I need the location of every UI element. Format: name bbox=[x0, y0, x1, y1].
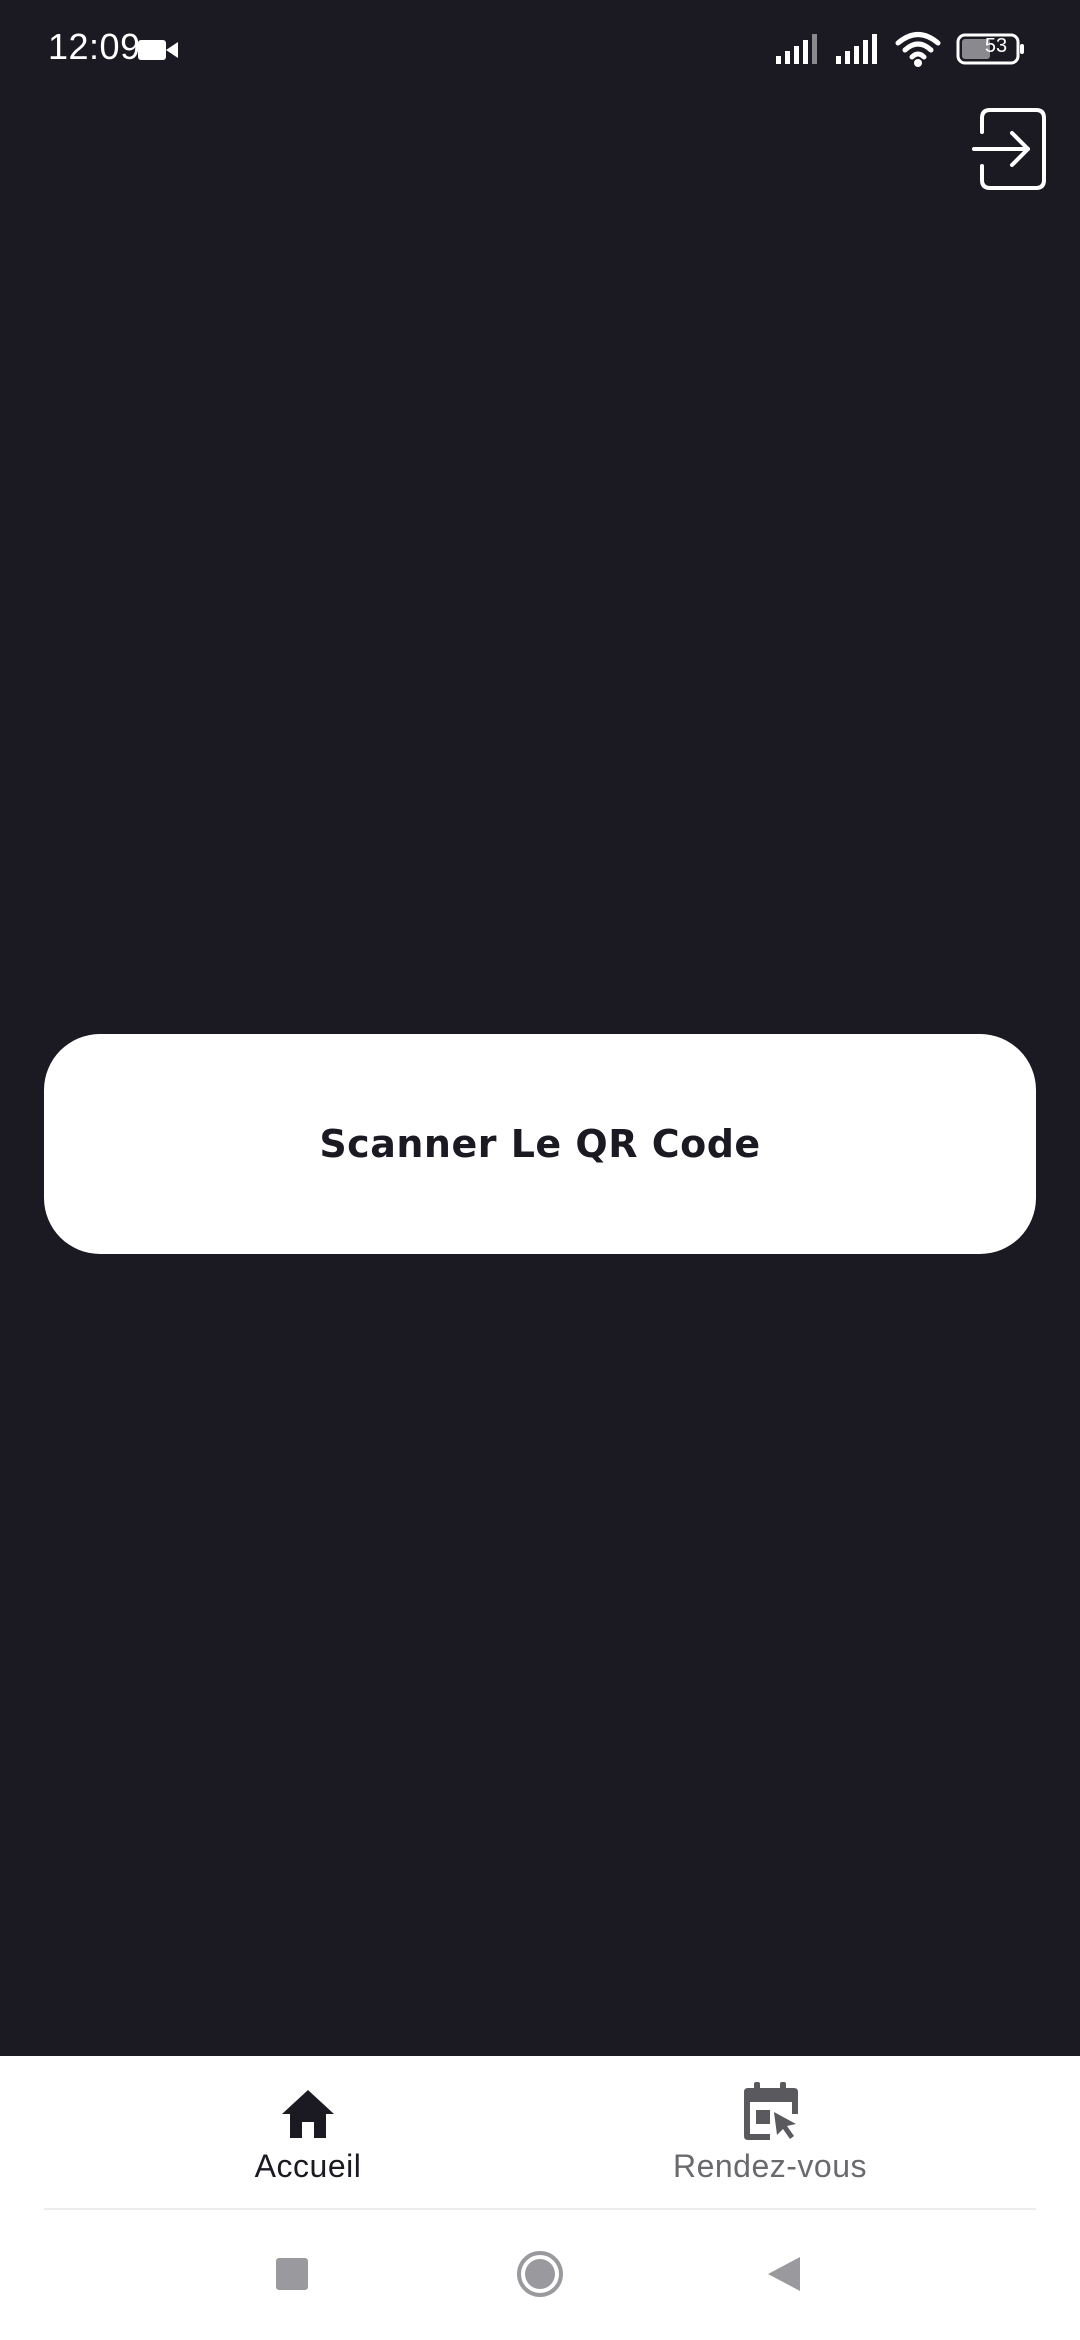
battery-level: 53 bbox=[984, 35, 1008, 57]
status-time: 12:09 bbox=[48, 26, 141, 67]
app-screen: 12:09 53 Scanner Le QR Code Accueil Rend… bbox=[0, 0, 1080, 2340]
nav-item-accueil[interactable]: Accueil bbox=[118, 2056, 498, 2208]
calendar-icon bbox=[744, 2082, 798, 2140]
status-bar: 12:09 53 bbox=[0, 0, 1080, 100]
nav-label-accueil: Accueil bbox=[254, 2148, 362, 2184]
nav-divider bbox=[44, 2208, 1036, 2210]
nav-label-rendez-vous: Rendez-vous bbox=[672, 2148, 868, 2184]
video-camera-icon bbox=[138, 40, 178, 60]
recent-apps-icon[interactable] bbox=[276, 2258, 308, 2290]
scan-qr-code-button[interactable]: Scanner Le QR Code bbox=[44, 1034, 1036, 1254]
home-icon bbox=[282, 2090, 334, 2138]
exit-icon bbox=[972, 108, 1046, 190]
nav-item-rendez-vous[interactable]: Rendez-vous bbox=[580, 2056, 960, 2208]
wifi-icon bbox=[895, 32, 941, 67]
scan-qr-code-label: Scanner Le QR Code bbox=[319, 1122, 761, 1166]
home-circle-icon[interactable] bbox=[516, 2250, 564, 2298]
cell-signal-icon bbox=[776, 34, 817, 64]
cell-signal-icon bbox=[836, 34, 877, 64]
back-icon[interactable] bbox=[766, 2255, 802, 2293]
logout-button[interactable] bbox=[972, 104, 1048, 194]
